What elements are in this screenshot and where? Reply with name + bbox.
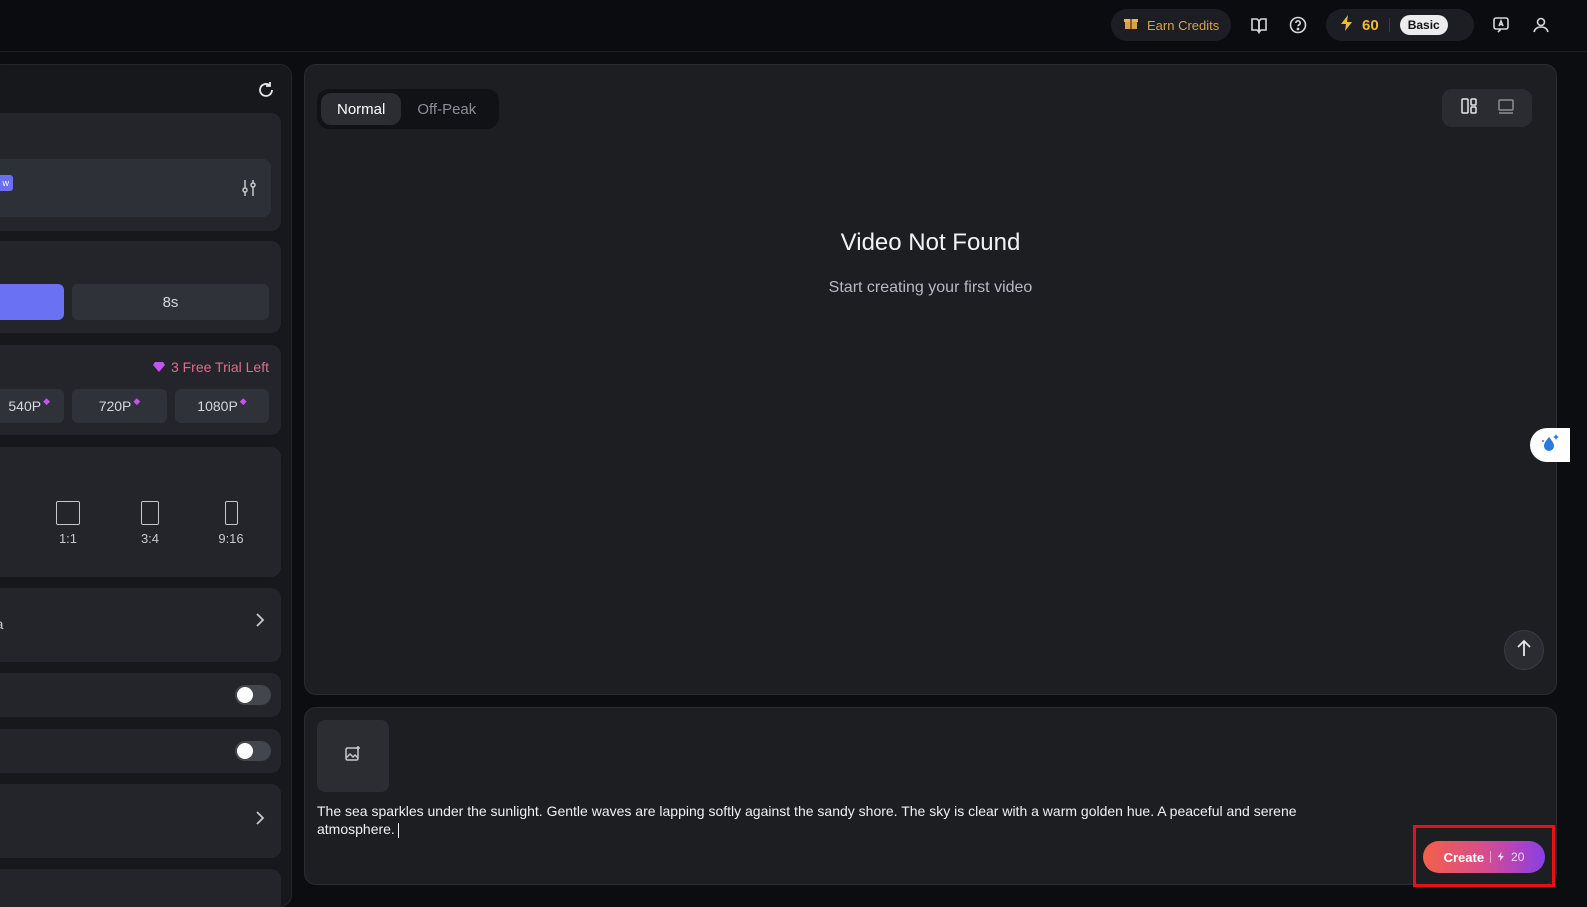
ratio-1-1[interactable]: 1:1 (48, 501, 88, 546)
plan-badge: Basic (1399, 15, 1448, 35)
gem-icon (152, 359, 165, 375)
model-selector[interactable]: w (0, 159, 271, 217)
sliders-icon[interactable] (241, 179, 257, 202)
tab-off-peak[interactable]: Off-Peak (401, 93, 492, 125)
trial-notice: 3 Free Trial Left (152, 359, 269, 375)
chevron-right-icon (255, 612, 265, 633)
floating-assistant-button[interactable] (1530, 428, 1570, 462)
credits-pill[interactable]: 60 Basic (1326, 9, 1474, 41)
tab-normal[interactable]: Normal (321, 93, 402, 125)
prompt-panel: The sea sparkles under the sunlight. Gen… (304, 707, 1557, 887)
video-gallery-panel: Normal Off-Peak Video Not Found Start cr… (304, 64, 1557, 695)
single-view-icon[interactable] (1497, 97, 1515, 120)
book-icon[interactable] (1248, 14, 1270, 36)
text-caret (397, 822, 399, 838)
new-badge: w (0, 175, 13, 191)
prompt-input[interactable]: The sea sparkles under the sunlight. Gen… (317, 802, 1377, 838)
aspect-ratio-section: 1:1 3:4 9:16 (0, 447, 281, 577)
resolution-label: 1080P (197, 398, 238, 414)
model-section: w (0, 113, 281, 231)
duration-section: 8s (0, 241, 281, 333)
toggle-row-1 (0, 673, 281, 717)
chevron-right-icon (255, 810, 265, 831)
resolution-label: 720P (98, 398, 132, 414)
prompt-text: The sea sparkles under the sunlight. Gen… (317, 803, 1297, 837)
help-icon[interactable] (1287, 14, 1309, 36)
refresh-icon[interactable] (257, 81, 275, 104)
tall-portrait-icon (224, 501, 238, 525)
earn-credits-label: Earn Credits (1147, 17, 1220, 33)
more-settings-row[interactable] (0, 784, 281, 858)
scroll-to-top-button[interactable] (1504, 630, 1544, 670)
grid-view-icon[interactable] (1460, 97, 1478, 120)
divider (1388, 18, 1390, 32)
image-upload-button[interactable] (317, 720, 389, 792)
mode-tabs: Normal Off-Peak (317, 89, 499, 129)
ratio-label: 1:1 (58, 531, 78, 546)
empty-state-subtitle: Start creating your first video (828, 279, 1033, 296)
earn-credits-button[interactable]: Earn Credits (1111, 9, 1231, 41)
ratio-9-16[interactable]: 9:16 (211, 501, 251, 546)
create-label: Create (1443, 849, 1485, 865)
view-toggle (1442, 89, 1532, 127)
add-image-icon (344, 745, 362, 768)
gem-icon: ◆ (133, 395, 141, 406)
lightning-icon (1497, 850, 1505, 865)
create-cost: 20 (1511, 850, 1525, 864)
lightning-icon (1340, 14, 1354, 36)
duration-option-8s[interactable]: 8s (72, 284, 269, 320)
resolution-720p[interactable]: 720P ◆ (72, 389, 167, 423)
gift-icon (1123, 15, 1139, 36)
feedback-icon[interactable] (1490, 14, 1512, 36)
toggle-switch-1[interactable] (235, 685, 271, 705)
trial-text: 3 Free Trial Left (170, 359, 269, 375)
ratio-label: 3:4 (140, 531, 160, 546)
settings-row (0, 869, 281, 906)
portrait-icon (141, 501, 159, 525)
square-icon (56, 501, 80, 525)
camera-section[interactable]: ra (0, 588, 281, 662)
resolution-label: 540P (8, 398, 42, 414)
resolution-section: 3 Free Trial Left 540P ◆ 720P ◆ 1080P ◆ (0, 345, 281, 435)
resolution-1080p[interactable]: 1080P ◆ (175, 389, 269, 423)
gem-icon: ◆ (239, 395, 247, 406)
duration-option-selected[interactable] (0, 284, 64, 320)
sparkle-drop-icon (1540, 433, 1560, 458)
settings-panel: w 8s 3 Free Trial Left 540P ◆ 720P ◆ 1080P… (0, 64, 292, 907)
toggle-switch-2[interactable] (235, 741, 271, 761)
create-button[interactable]: Create 20 (1423, 841, 1545, 873)
gem-icon: ◆ (43, 395, 50, 406)
toggle-row-2 (0, 729, 281, 773)
divider (1490, 851, 1492, 863)
camera-label: ra (0, 616, 3, 632)
ratio-3-4[interactable]: 3:4 (130, 501, 170, 546)
resolution-540p[interactable]: 540P ◆ (0, 389, 64, 423)
arrow-up-icon (1517, 639, 1531, 662)
ratio-label: 9:16 (218, 531, 244, 546)
user-icon[interactable] (1530, 14, 1552, 36)
top-bar: Earn Credits 60 Basic (0, 0, 1587, 52)
empty-state-title: Video Not Found (840, 229, 1021, 256)
credit-count: 60 (1362, 16, 1379, 34)
